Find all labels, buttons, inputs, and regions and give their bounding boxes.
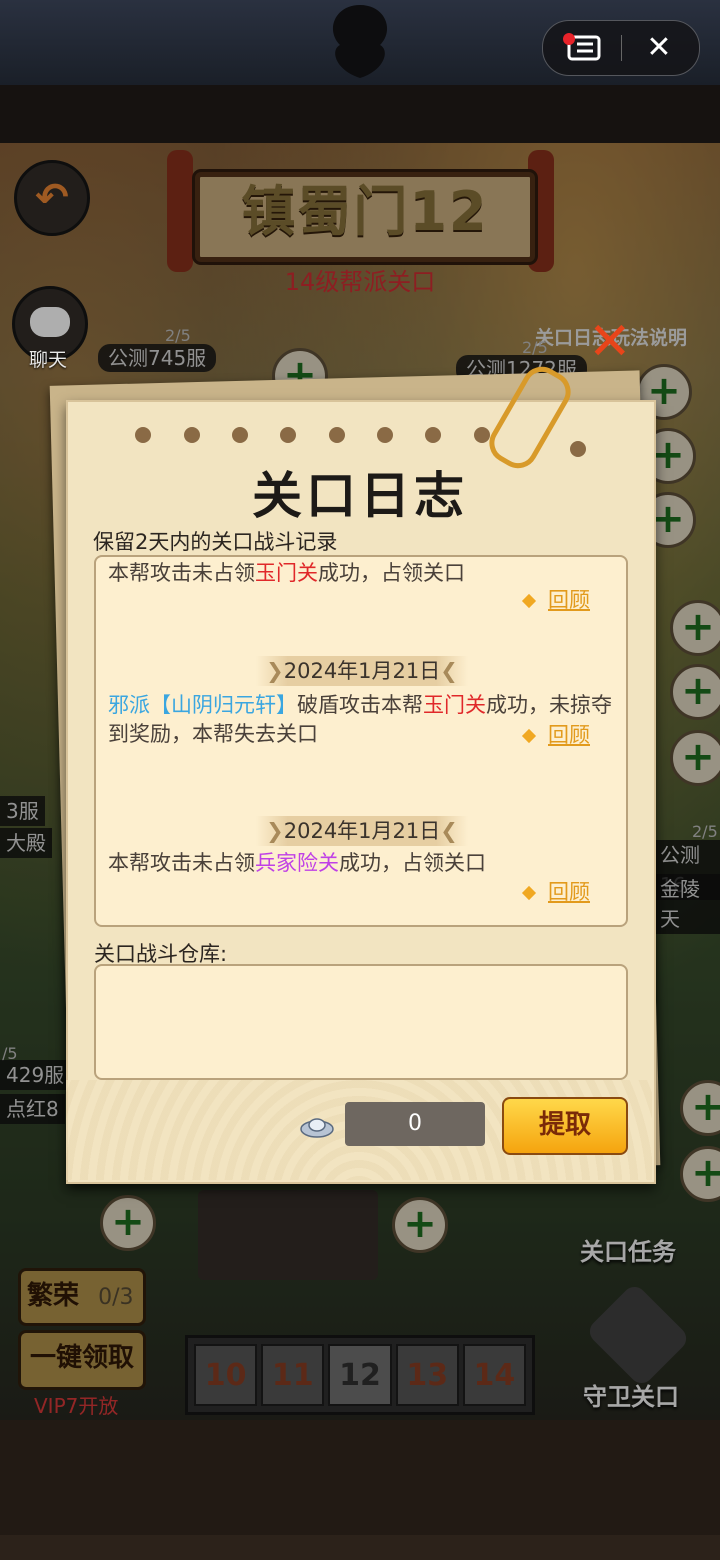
capsule-divider	[621, 35, 622, 61]
tag-count: 2/5	[165, 326, 191, 345]
back-button[interactable]: ↶	[14, 160, 90, 236]
server-tag: 3服	[0, 796, 45, 826]
chat-label: 聊天	[28, 349, 67, 371]
punch-hole	[474, 427, 490, 443]
review-label: 回顾	[548, 588, 590, 612]
bottom-bar	[0, 1535, 720, 1560]
add-slot-button[interactable]: +	[392, 1197, 448, 1253]
punch-hole	[570, 441, 586, 457]
gate-title: 镇蜀门12	[241, 180, 489, 243]
chat-bubble-icon	[30, 307, 70, 337]
review-link[interactable]: 回顾	[521, 719, 590, 749]
prosperity-count: 0/3	[98, 1285, 134, 1310]
server-tag: 公测745服	[98, 344, 217, 372]
chevron-right-icon: ❮	[440, 659, 458, 683]
level-tab[interactable]: 11	[261, 1344, 325, 1406]
log-text: 成功，占领关口	[318, 561, 465, 585]
log-text: 本帮攻击未占领	[108, 851, 255, 875]
tag-count: 2/5	[692, 822, 718, 841]
date-text: 2024年1月21日	[283, 819, 441, 843]
retention-note: 保留2天内的关口战斗记录	[93, 530, 338, 554]
prosperity-panel: 繁荣 0/3	[18, 1268, 146, 1326]
chevron-right-icon: ❮	[440, 819, 458, 843]
diamond-icon	[521, 593, 537, 609]
gate-name: 兵家险关	[255, 851, 339, 875]
scroll-end-left	[167, 150, 193, 272]
log-date: ❯2024年1月21日❮	[256, 656, 468, 686]
log-list: 本帮攻击未占领玉门关成功，占领关口 回顾 ❯2024年1月21日❮ 邪派【山阴归…	[94, 555, 628, 927]
add-slot-button[interactable]: +	[100, 1195, 156, 1251]
dialog-title: 关口日志	[252, 467, 468, 525]
review-link[interactable]: 回顾	[521, 876, 590, 906]
add-slot-button[interactable]: +	[670, 664, 720, 720]
log-entry: 本帮攻击未占领兵家险关成功，占领关口	[108, 849, 613, 878]
menu-button[interactable]	[555, 31, 611, 65]
add-slot-button[interactable]: +	[670, 730, 720, 786]
date-text: 2024年1月21日	[283, 659, 441, 683]
silver-ingot-icon	[300, 1118, 334, 1138]
server-tag: 金陵天	[654, 874, 720, 934]
extract-button[interactable]: 提取	[502, 1097, 628, 1155]
menu-icon	[563, 33, 601, 61]
guard-gate-button[interactable]: 守卫关口	[583, 1377, 679, 1412]
level-tab[interactable]: 10	[194, 1344, 258, 1406]
faction-name: 邪派【山阴归元轩】	[108, 693, 297, 717]
review-label: 回顾	[548, 880, 590, 904]
close-dialog-button[interactable]: ✕	[588, 312, 632, 372]
miniapp-capsule: ✕	[542, 20, 700, 76]
gate-subtitle: 14级帮派关口	[284, 268, 436, 296]
close-button[interactable]: ✕	[631, 31, 687, 65]
punch-hole	[184, 427, 200, 443]
header-band	[0, 85, 720, 143]
punch-hole	[280, 427, 296, 443]
roof-ornament-icon	[332, 5, 388, 78]
server-tag: 429服	[0, 1060, 71, 1090]
diamond-icon	[521, 728, 537, 744]
gate-name: 玉门关	[423, 693, 486, 717]
punch-hole	[329, 427, 345, 443]
log-text: 本帮攻击未占领	[108, 561, 255, 585]
warehouse-box	[94, 964, 628, 1080]
punch-hole	[377, 427, 393, 443]
prosperity-label: 繁荣	[27, 1281, 80, 1311]
server-tag: 点红8	[0, 1094, 65, 1124]
level-tab-active[interactable]: 12	[328, 1344, 392, 1406]
punch-hole	[232, 427, 248, 443]
log-text: 破盾攻击本帮	[297, 693, 423, 717]
punch-hole	[135, 427, 151, 443]
silver-amount: 0	[345, 1102, 485, 1146]
log-date: ❯2024年1月21日❮	[256, 816, 468, 846]
chevron-left-icon: ❯	[266, 659, 284, 683]
level-tab[interactable]: 14	[462, 1344, 527, 1406]
gate-task-button[interactable]: 关口任务	[580, 1232, 676, 1267]
vip-note: VIP7开放	[34, 1394, 119, 1418]
add-slot-button[interactable]: +	[670, 600, 720, 656]
log-text: 成功，占领关口	[339, 851, 486, 875]
diamond-icon	[521, 885, 537, 901]
level-tabs: 10 11 12 13 14	[185, 1335, 535, 1415]
level-tab[interactable]: 13	[395, 1344, 459, 1406]
fortress-building	[198, 1190, 378, 1280]
punch-hole	[425, 427, 441, 443]
review-link[interactable]: 回顾	[521, 584, 590, 614]
server-tag: 大殿	[0, 828, 52, 858]
review-label: 回顾	[548, 723, 590, 747]
back-arrow-icon: ↶	[35, 175, 69, 221]
chevron-left-icon: ❯	[266, 819, 284, 843]
gate-name: 玉门关	[255, 561, 318, 585]
one-click-claim-button[interactable]: 一键领取	[18, 1330, 146, 1390]
